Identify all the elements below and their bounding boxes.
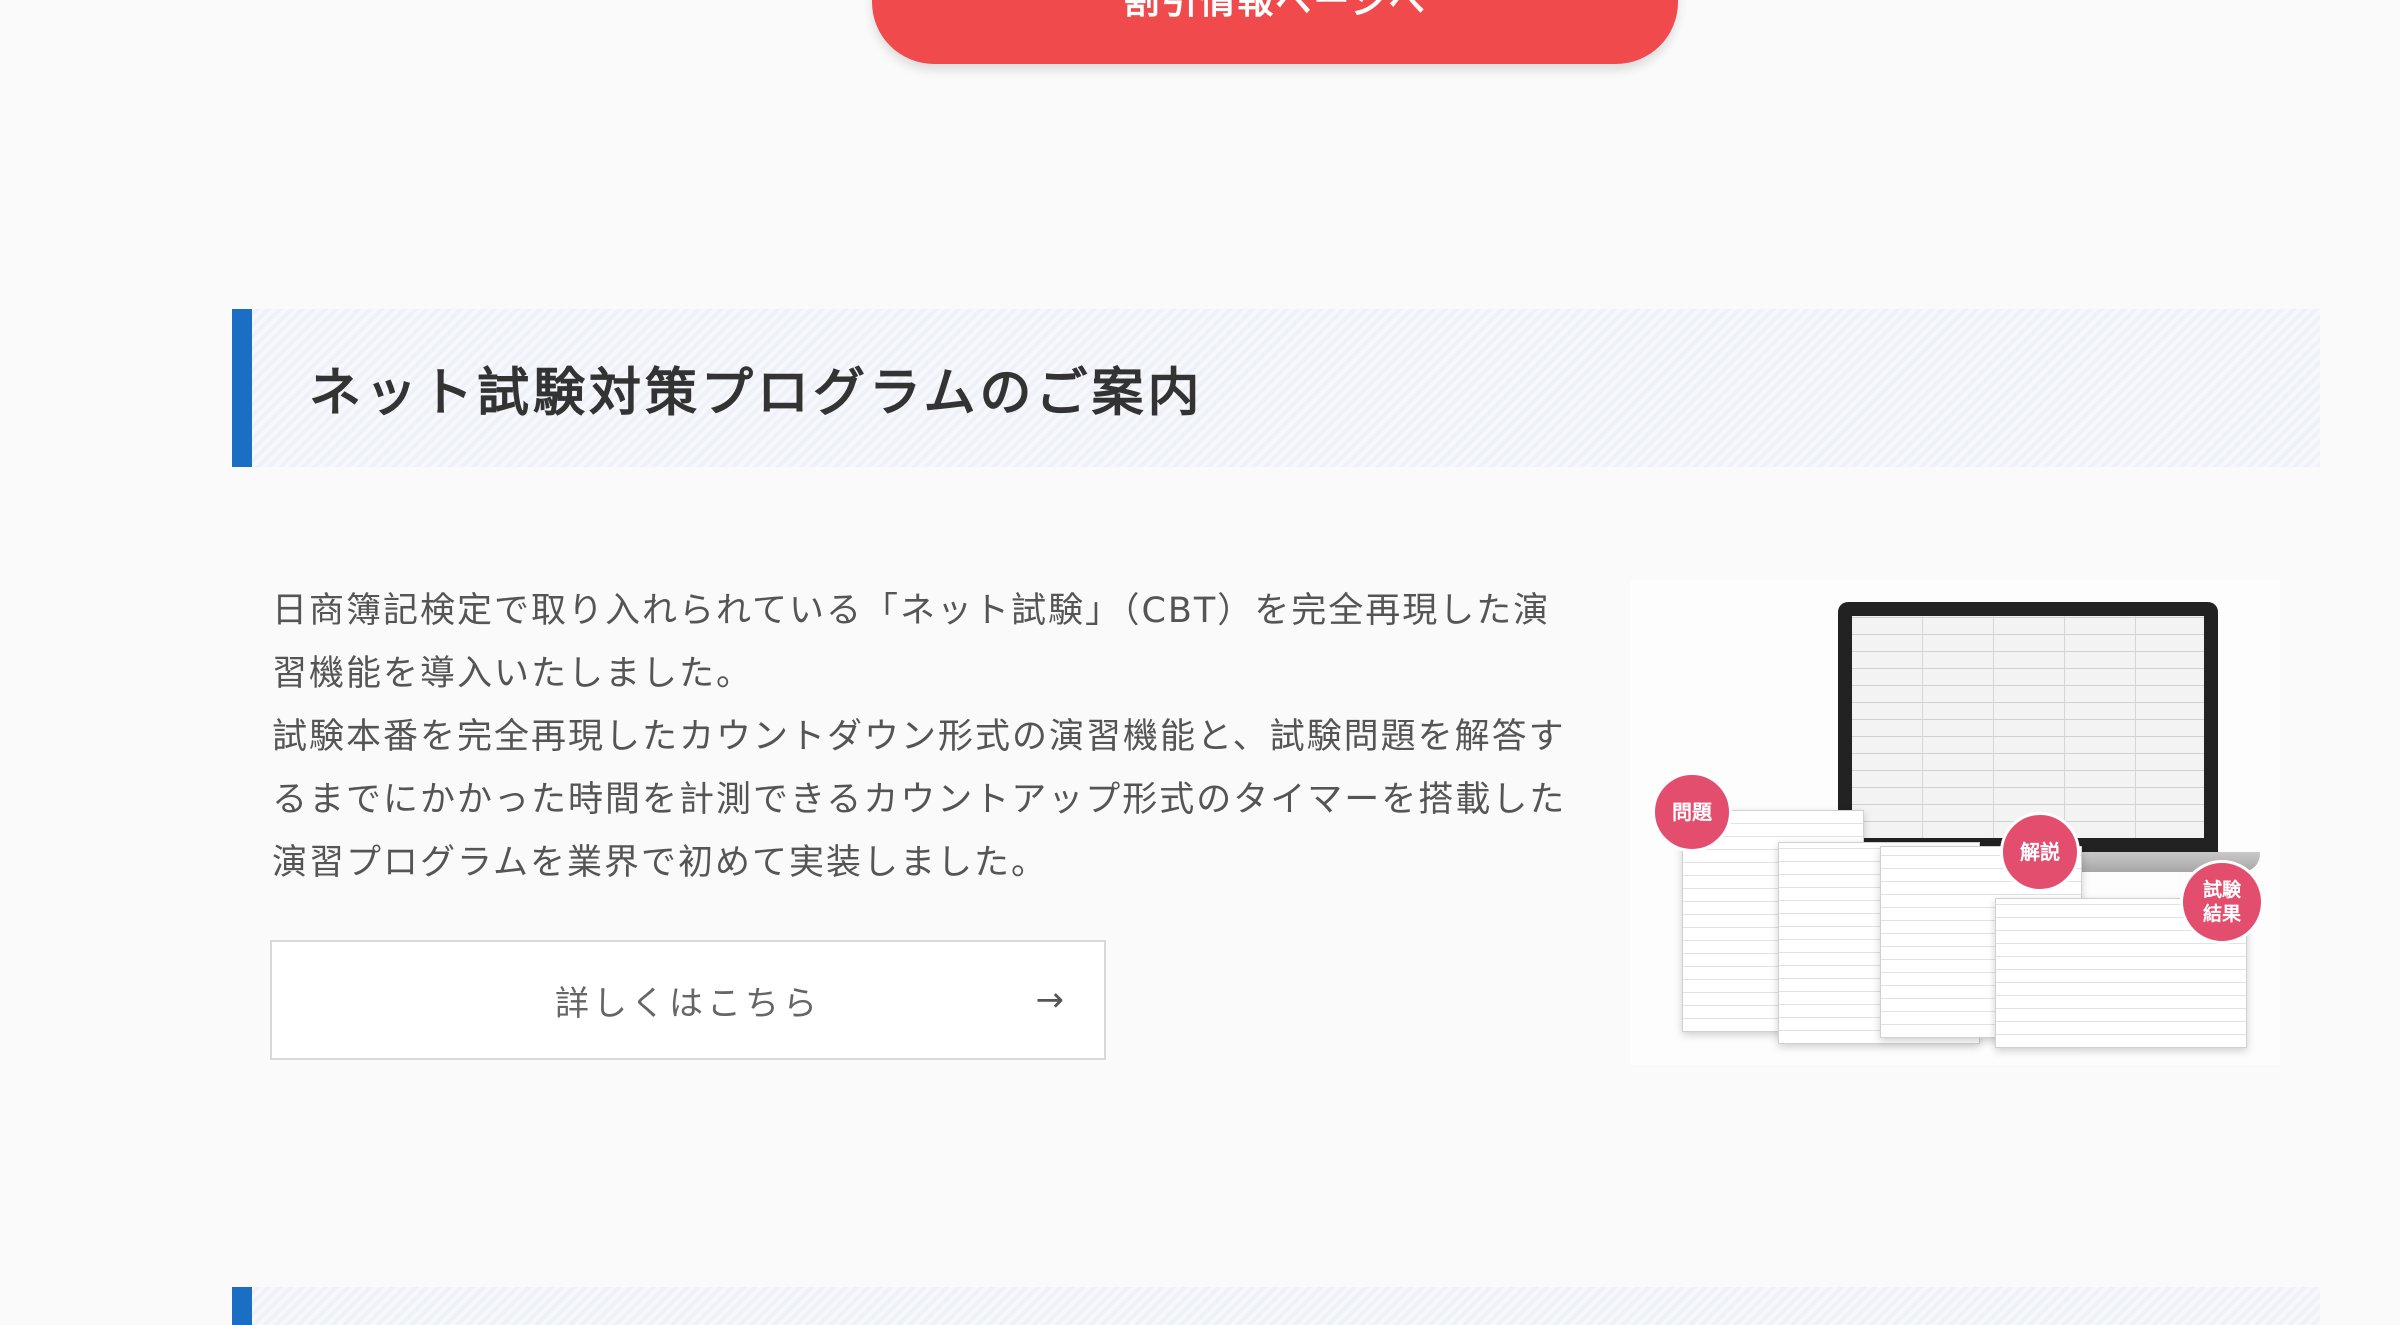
heading-accent-bar (232, 309, 252, 467)
intro-paragraph-2: 試験本番を完全再現したカウントダウン形式の演習機能と、試験問題を解答するまでにか… (272, 717, 1567, 883)
intro-text: 日商簿記検定で取り入れられている「ネット試験」（CBT）を完全再現した演習機能を… (272, 580, 1572, 895)
heading-accent-bar (232, 1287, 252, 1325)
intro-paragraph-1: 日商簿記検定で取り入れられている「ネット試験」（CBT）を完全再現した演習機能を… (272, 591, 1551, 694)
discount-info-button[interactable]: 割引情報ページへ (872, 0, 1678, 64)
details-button[interactable]: 詳しくはこちら → (270, 940, 1106, 1060)
section-title: ネット試験対策プログラムのご案内 (309, 363, 1204, 424)
badge-exam-result-label: 試験 結果 (2202, 879, 2241, 925)
badge-exam-result: 試験 結果 (2180, 860, 2264, 944)
badge-question: 問題 (1652, 772, 1732, 852)
cbt-program-illustration: 問題 解説 試験 結果 (1630, 580, 2280, 1065)
details-button-label: 詳しくはこちら (555, 983, 821, 1024)
page: 割引情報ページへ ネット試験対策プログラムのご案内 日商簿記検定で取り入れられて… (0, 0, 2400, 1325)
badge-explanation: 解説 (2000, 812, 2080, 892)
arrow-right-icon: → (1035, 980, 1065, 1020)
section-heading: ネット試験対策プログラムのご案内 (232, 309, 2320, 467)
discount-info-button-label: 割引情報ページへ (1123, 0, 1427, 22)
next-section-heading (232, 1287, 2320, 1325)
